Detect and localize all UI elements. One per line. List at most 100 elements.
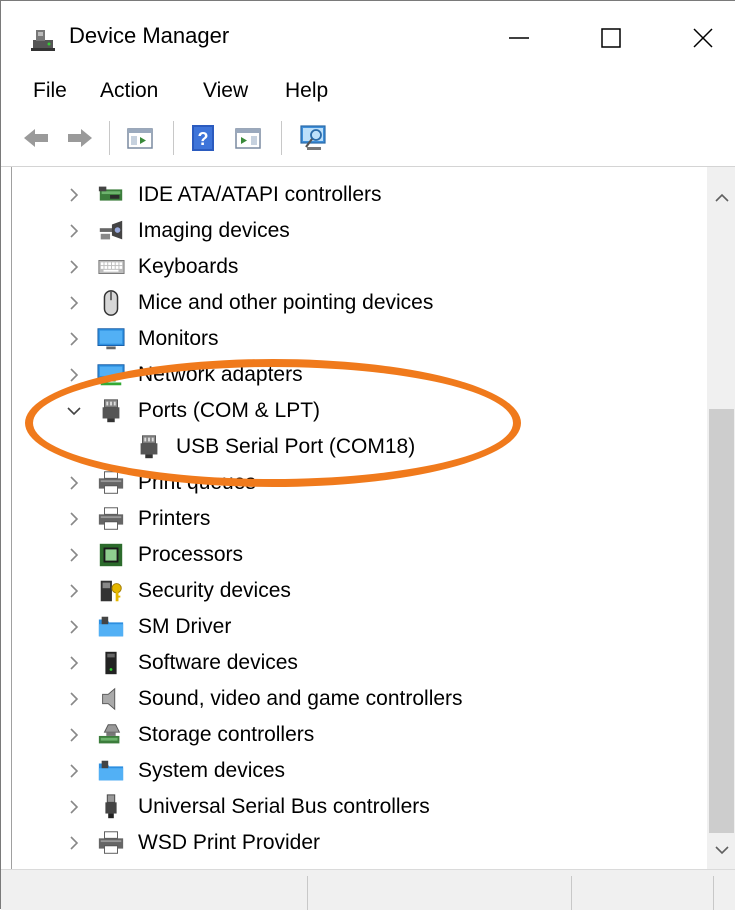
- scan-hardware-icon[interactable]: [299, 123, 329, 153]
- camera-icon: [99, 220, 123, 240]
- tree-category-item[interactable]: Print queues: [12, 465, 702, 501]
- tree-item-label: WSD Print Provider: [138, 831, 321, 854]
- status-divider: [713, 876, 714, 910]
- show-hide-action-pane-icon[interactable]: [233, 123, 263, 153]
- status-divider: [307, 876, 308, 910]
- forward-icon[interactable]: [65, 123, 95, 153]
- help-icon[interactable]: ?: [189, 123, 219, 153]
- menu-file[interactable]: File: [31, 77, 69, 105]
- printer-icon: [98, 507, 124, 530]
- chevron-right-icon[interactable]: [66, 223, 82, 239]
- scroll-thumb[interactable]: [709, 409, 734, 833]
- menu-help[interactable]: Help: [283, 77, 330, 105]
- usb-icon: [105, 794, 117, 819]
- device-tree[interactable]: IDE ATA/ATAPI controllers Imaging devices…: [11, 167, 735, 869]
- chevron-down-icon[interactable]: [66, 403, 82, 419]
- chevron-right-icon[interactable]: [66, 367, 82, 383]
- tree-category-item[interactable]: Storage controllers: [12, 717, 702, 753]
- printer-icon: [98, 471, 124, 494]
- tree-item-label: Imaging devices: [138, 219, 290, 242]
- maximize-icon: [601, 28, 621, 48]
- tree-item-label: Ports (COM & LPT): [138, 399, 321, 422]
- processor-icon: [99, 543, 123, 567]
- security-device-icon: [100, 580, 122, 602]
- tree-category-item[interactable]: WSD Print Provider: [12, 825, 702, 861]
- tree-item-label: SM Driver: [138, 615, 232, 638]
- chevron-right-icon[interactable]: [66, 619, 82, 635]
- chevron-right-icon[interactable]: [66, 799, 82, 815]
- title-bar[interactable]: Device Manager: [1, 1, 735, 71]
- window-title: Device Manager: [69, 23, 230, 48]
- chevron-down-icon: [714, 846, 729, 855]
- tree-category-item[interactable]: IDE ATA/ATAPI controllers: [12, 177, 702, 213]
- tree-item-label: Network adapters: [138, 363, 303, 386]
- tree-category-item[interactable]: Keyboards: [12, 249, 702, 285]
- maximize-button[interactable]: [581, 13, 641, 63]
- status-divider: [571, 876, 572, 910]
- tree-item-label: Universal Serial Bus controllers: [138, 795, 430, 818]
- tree-category-item[interactable]: Network adapters: [12, 357, 702, 393]
- tree-item-label: Security devices: [138, 579, 291, 602]
- tree-child-item[interactable]: USB Serial Port (COM18): [12, 429, 702, 465]
- keyboard-icon: [98, 260, 125, 274]
- chevron-right-icon[interactable]: [66, 511, 82, 527]
- back-icon[interactable]: [21, 123, 51, 153]
- chevron-right-icon[interactable]: [66, 475, 82, 491]
- chevron-right-icon[interactable]: [66, 547, 82, 563]
- tree-item-label: Sound, video and game controllers: [138, 687, 463, 710]
- device-manager-window: Device Manager File Action View Help ? I…: [0, 0, 735, 910]
- tree-item-label: Processors: [138, 543, 244, 566]
- chevron-right-icon[interactable]: [66, 727, 82, 743]
- tree-category-item[interactable]: Software devices: [12, 645, 702, 681]
- tree-category-item[interactable]: Mice and other pointing devices: [12, 285, 702, 321]
- minimize-icon: [509, 37, 529, 39]
- close-icon: [693, 28, 713, 48]
- system-folder-icon: [98, 760, 124, 781]
- tree-category-item[interactable]: Universal Serial Bus controllers: [12, 789, 702, 825]
- speaker-icon: [102, 687, 116, 711]
- tree-item-label: USB Serial Port (COM18): [176, 435, 416, 458]
- chevron-right-icon[interactable]: [66, 331, 82, 347]
- tree-item-label: Storage controllers: [138, 723, 315, 746]
- tree-category-item[interactable]: Monitors: [12, 321, 702, 357]
- chevron-right-icon[interactable]: [66, 259, 82, 275]
- tree-item-label: IDE ATA/ATAPI controllers: [138, 183, 382, 206]
- chevron-right-icon[interactable]: [66, 295, 82, 311]
- tree-item-label: Keyboards: [138, 255, 239, 278]
- chevron-right-icon[interactable]: [66, 655, 82, 671]
- menu-action[interactable]: Action: [98, 77, 160, 105]
- tree-category-item[interactable]: SM Driver: [12, 609, 702, 645]
- tree-item-label: Mice and other pointing devices: [138, 291, 434, 314]
- tree-category-item[interactable]: Security devices: [12, 573, 702, 609]
- mouse-icon: [103, 290, 119, 316]
- chevron-right-icon[interactable]: [66, 187, 82, 203]
- tree-category-item[interactable]: Imaging devices: [12, 213, 702, 249]
- tree-category-item[interactable]: Processors: [12, 537, 702, 573]
- tree-category-item[interactable]: Sound, video and game controllers: [12, 681, 702, 717]
- close-button[interactable]: [673, 13, 733, 63]
- storage-controller-icon: [98, 724, 121, 744]
- chevron-right-icon[interactable]: [66, 691, 82, 707]
- device-manager-icon: [31, 30, 55, 51]
- system-folder-icon: [98, 616, 124, 637]
- tree-item-label: Monitors: [138, 327, 219, 350]
- chevron-right-icon[interactable]: [66, 583, 82, 599]
- tree-item-label: Print queues: [138, 471, 256, 494]
- tree-item-label: Software devices: [138, 651, 298, 674]
- vertical-scrollbar[interactable]: [707, 167, 735, 869]
- tree-category-item[interactable]: System devices: [12, 753, 702, 789]
- port-icon: [140, 435, 158, 459]
- scroll-down-button[interactable]: [707, 835, 735, 865]
- tree-category-item[interactable]: Ports (COM & LPT): [12, 393, 702, 429]
- port-icon: [102, 399, 120, 423]
- chevron-right-icon[interactable]: [66, 763, 82, 779]
- toolbar-separator: [109, 121, 111, 155]
- chevron-right-icon[interactable]: [66, 835, 82, 851]
- minimize-button[interactable]: [489, 13, 549, 63]
- show-hide-console-tree-icon[interactable]: [125, 123, 155, 153]
- scroll-up-button[interactable]: [707, 183, 735, 213]
- tree-category-item[interactable]: Printers: [12, 501, 702, 537]
- svg-text:?: ?: [198, 129, 209, 149]
- menu-view[interactable]: View: [201, 77, 250, 105]
- menu-bar: File Action View Help: [1, 71, 735, 111]
